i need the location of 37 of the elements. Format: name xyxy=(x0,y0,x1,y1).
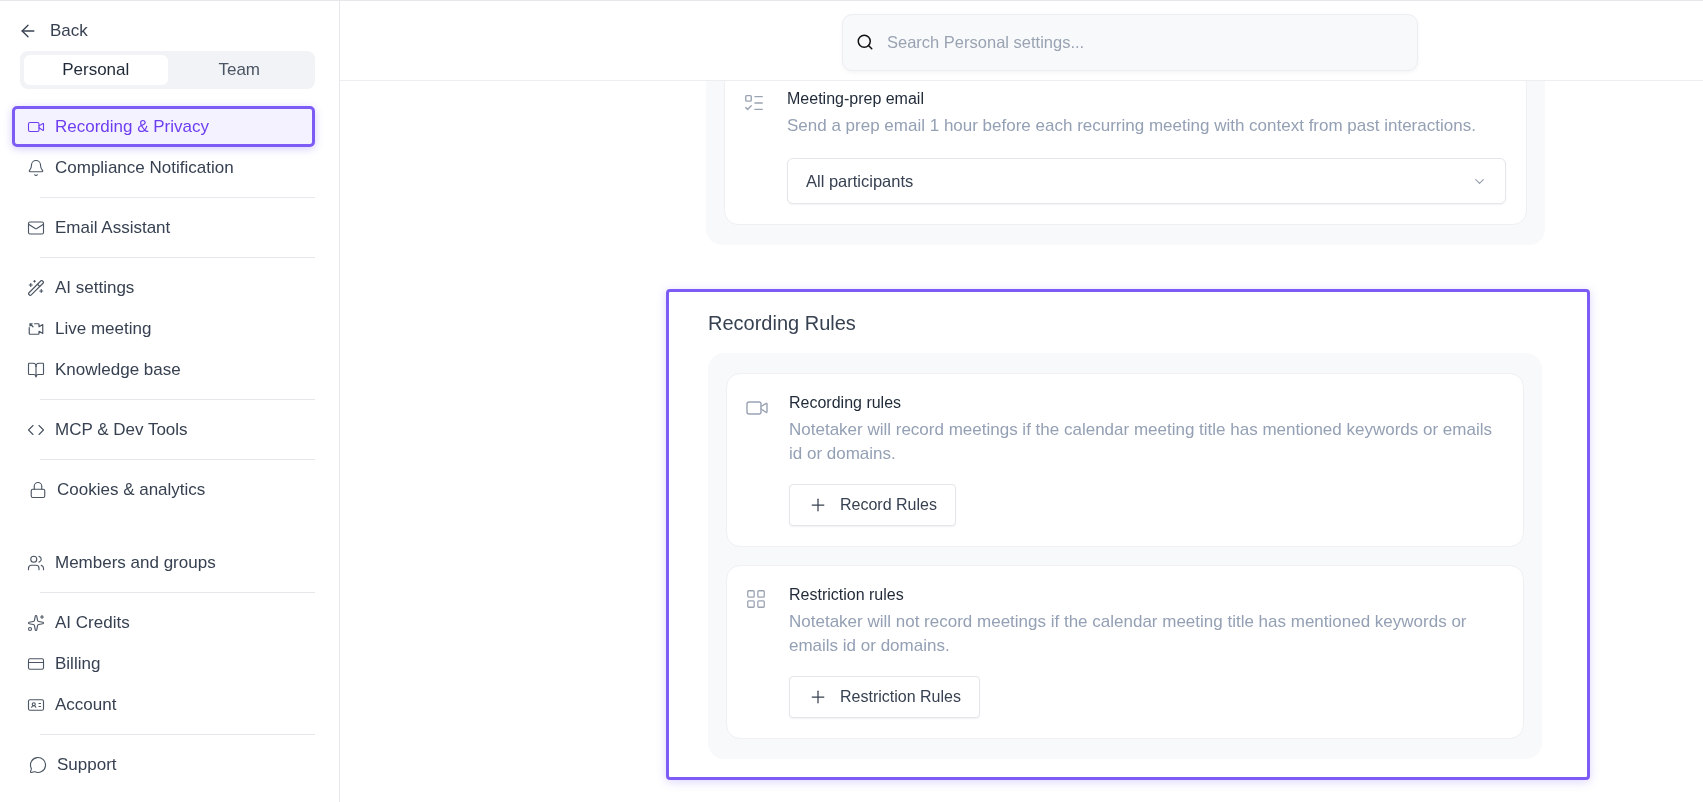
rule-description: Notetaker will record meetings if the calendar meeting title has mentioned keywords or emails id or domains. xyxy=(789,419,1493,465)
sidebar-item[interactable]: Compliance Notification xyxy=(12,147,315,188)
sidebar-item[interactable]: Members and groups xyxy=(12,542,315,583)
recipients-select[interactable]: All participants xyxy=(787,158,1506,204)
add-rule-button[interactable]: Restriction Rules xyxy=(789,676,980,718)
add-rule-button[interactable]: Record Rules xyxy=(789,484,956,526)
sidebar-item[interactable]: AI settings xyxy=(12,267,315,308)
sidebar-item[interactable]: MCP & Dev Tools xyxy=(12,409,315,450)
sidebar-item[interactable]: Billing xyxy=(12,643,315,684)
bell-icon xyxy=(27,158,45,177)
rule-description: Notetaker will not record meetings if the calendar meeting title has mentioned keywords or emails id or domains. xyxy=(789,611,1468,657)
sidebar-item[interactable]: Account xyxy=(12,684,315,725)
scope-tab[interactable]: Personal xyxy=(24,55,168,85)
search-field[interactable]: Search Personal settings... xyxy=(842,14,1418,71)
sidebar-item[interactable]: Recording & Privacy xyxy=(12,106,315,147)
section-title: Recording Rules xyxy=(708,312,857,335)
users-icon xyxy=(27,553,45,572)
sidebar-item[interactable]: AI Credits xyxy=(12,602,315,643)
sidebar-item[interactable]: Live meeting xyxy=(12,308,315,349)
sparkle-icon xyxy=(27,613,45,632)
rule-title: Restriction rules xyxy=(789,586,905,604)
magic-wand-icon xyxy=(27,278,45,297)
scope-tab[interactable]: Team xyxy=(167,55,311,85)
back-button[interactable]: Back xyxy=(12,17,92,45)
sidebar-item[interactable]: Cookies & analytics xyxy=(14,469,315,510)
rule-title: Recording rules xyxy=(789,394,903,412)
search-icon xyxy=(856,33,874,51)
envelope-icon xyxy=(27,218,45,237)
lock-icon xyxy=(29,480,47,499)
sidebar-item[interactable]: Knowledge base xyxy=(12,349,315,390)
book-icon xyxy=(27,360,45,379)
setting-title: Meeting-prep email xyxy=(787,90,925,108)
sidebar-item[interactable]: Email Assistant xyxy=(12,207,315,248)
setting-description: Send a prep email 1 hour before each recurring meeting with context from past interactions. xyxy=(787,115,1477,137)
sidebar-item[interactable]: Support xyxy=(14,744,315,785)
chat-bubble-icon xyxy=(29,755,47,774)
grid-icon xyxy=(745,588,767,610)
